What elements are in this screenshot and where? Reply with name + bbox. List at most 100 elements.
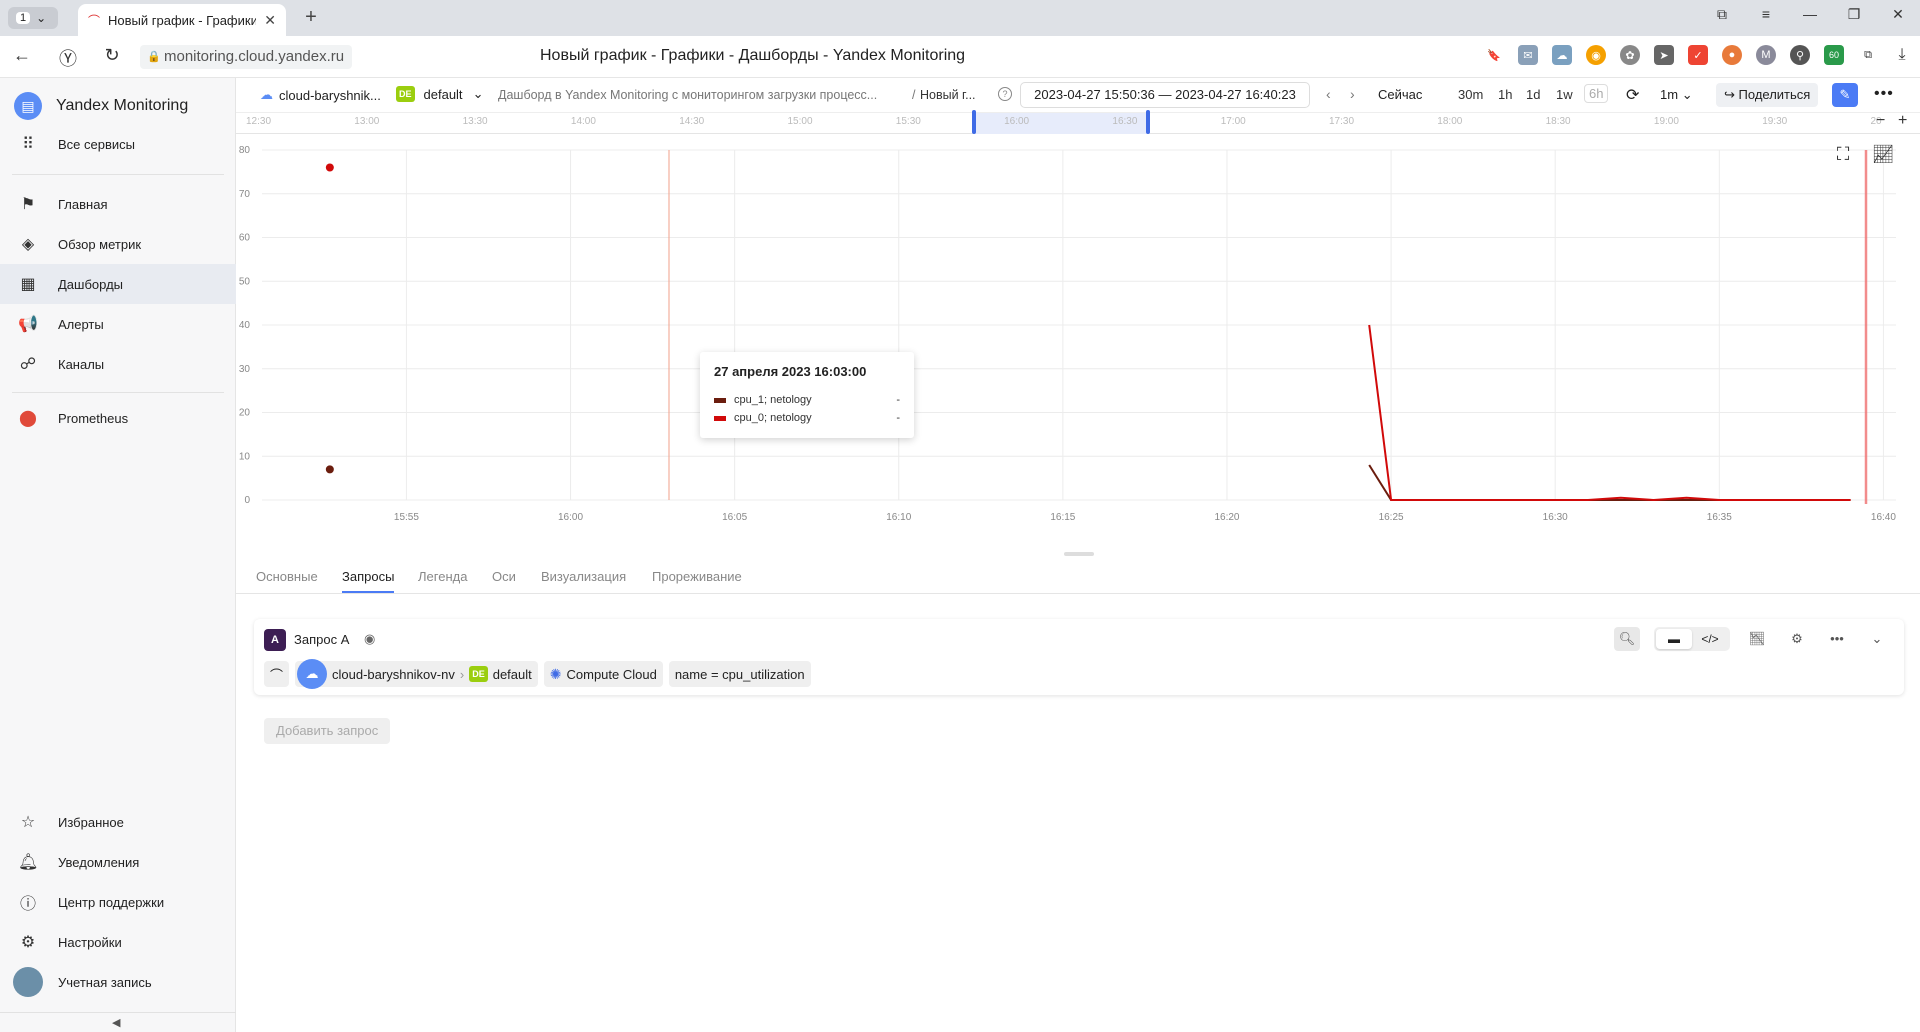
extension-o-icon[interactable]: ◉ bbox=[1586, 45, 1606, 65]
extension-m-icon[interactable]: M bbox=[1756, 45, 1776, 65]
sidebar-item-settings[interactable]: ⚙ Настройки bbox=[0, 922, 236, 962]
cloud-folder-chip[interactable]: ☁ cloud-baryshnikov-nv › DE default bbox=[295, 659, 538, 689]
sidebar-item-prometheus[interactable]: ⬤ Prometheus bbox=[0, 398, 236, 438]
query-title[interactable]: Запрос A bbox=[294, 632, 349, 647]
series-swatch bbox=[714, 397, 726, 403]
chevron-left-icon[interactable]: ‹ bbox=[1326, 86, 1331, 102]
more-icon[interactable]: ••• bbox=[1874, 85, 1894, 103]
help-icon[interactable]: ? bbox=[998, 87, 1012, 101]
menu-icon[interactable]: ≡ bbox=[1744, 6, 1788, 23]
extension-drop-icon[interactable]: ● bbox=[1722, 45, 1742, 65]
code-mode-icon[interactable]: </> bbox=[1692, 629, 1728, 649]
extension-icons: 🔖 ✉ ☁ ◉ ✿ ➤ ✓ ● M ⚲ 60 ⧉ ⤓ bbox=[1484, 45, 1912, 65]
visual-mode-icon[interactable]: ▬ bbox=[1656, 629, 1692, 649]
refresh-icon[interactable]: ⟳ bbox=[1626, 85, 1639, 105]
add-query-button[interactable]: Добавить запрос bbox=[264, 718, 391, 744]
new-tab-button[interactable]: + bbox=[300, 7, 322, 29]
restore-icon[interactable]: ❐ bbox=[1832, 6, 1876, 23]
tab-queries[interactable]: Запросы bbox=[342, 569, 395, 593]
folder-name: default bbox=[423, 86, 463, 102]
preset-1w[interactable]: 1w bbox=[1556, 87, 1573, 102]
tab-axes[interactable]: Оси bbox=[492, 569, 516, 584]
close-icon[interactable]: ✕ bbox=[264, 12, 276, 29]
share-label: Поделиться bbox=[1738, 87, 1811, 102]
settings-icon[interactable]: ⚙ bbox=[1784, 627, 1810, 651]
brand[interactable]: ▤ Yandex Monitoring bbox=[14, 92, 188, 120]
tab-general[interactable]: Основные bbox=[256, 569, 318, 584]
sidebar-item-notifications[interactable]: 🔔︎ Уведомления bbox=[0, 842, 236, 882]
tab-favicon-icon: ⌒ bbox=[88, 13, 101, 28]
sidebar-item-dashboards[interactable]: ▦ Дашборды bbox=[0, 264, 236, 304]
sidebar-item-favorites[interactable]: ☆ Избранное bbox=[0, 802, 236, 842]
tab-counter[interactable]: 1 ⌄ bbox=[8, 7, 58, 29]
sidebar-item-support[interactable]: ⓘ Центр поддержки bbox=[0, 882, 236, 922]
sidebar-item-all-services[interactable]: ⠿ Все сервисы bbox=[0, 124, 236, 164]
line-chart[interactable]: 0 10 20 30 40 50 60 70 80 15:55 16:00 16:05 16:10 16:… bbox=[236, 134, 1920, 534]
resize-handle[interactable] bbox=[1064, 552, 1094, 556]
now-button[interactable]: Сейчас bbox=[1378, 87, 1422, 102]
breadcrumb-dashboard[interactable]: Дашборд в Yandex Monitoring с мониторинг… bbox=[498, 88, 877, 102]
download-icon[interactable]: ⤓ bbox=[1892, 45, 1912, 65]
sidebar-item-channels[interactable]: ☍ Каналы bbox=[0, 344, 236, 384]
timeline-handle-right[interactable] bbox=[1146, 110, 1150, 134]
pocket-icon[interactable]: ✓ bbox=[1688, 45, 1708, 65]
query-toolbar: 🔍︎ ▬ </> 📉︎ ⚙ ••• ⌄ bbox=[1614, 627, 1890, 651]
share-button[interactable]: ↪ Поделиться bbox=[1716, 83, 1819, 107]
extension-badge-icon[interactable]: 60 bbox=[1824, 45, 1844, 65]
timeline-handle-left[interactable] bbox=[972, 110, 976, 134]
collapse-sidebar-icon[interactable]: ◀ bbox=[112, 1016, 120, 1029]
preset-6h[interactable]: 6h bbox=[1584, 84, 1609, 103]
preset-30m[interactable]: 30m bbox=[1458, 87, 1483, 102]
weather-icon[interactable]: ☁ bbox=[1552, 45, 1572, 65]
tooltip-series-name: cpu_1; netology bbox=[734, 394, 812, 406]
sidebar-item-metrics[interactable]: ◈ Обзор метрик bbox=[0, 224, 236, 264]
bookmark-icon[interactable]: 🔖 bbox=[1484, 45, 1504, 65]
cloud-selector[interactable]: ☁ cloud-baryshnik... bbox=[260, 87, 381, 103]
browser-tab-active[interactable]: ⌒ Новый график - Графики ✕ bbox=[78, 4, 286, 36]
tab-count: 1 bbox=[16, 12, 31, 24]
url-field[interactable]: 🔒 monitoring.cloud.yandex.ru bbox=[140, 45, 353, 69]
edit-button[interactable]: ✎ bbox=[1832, 83, 1858, 107]
refresh-interval-select[interactable]: 1m ⌄ bbox=[1660, 87, 1693, 103]
timeline-navigator[interactable]: 12:30 13:00 13:30 14:00 14:30 15:00 15:30 16:00… bbox=[236, 110, 1920, 134]
function-icon[interactable]: ⌒ bbox=[264, 661, 290, 687]
extension-key-icon[interactable]: ⚲ bbox=[1790, 45, 1810, 65]
zoom-in-icon[interactable]: + bbox=[1898, 112, 1907, 130]
preset-1h[interactable]: 1h bbox=[1498, 87, 1512, 102]
extensions-icon[interactable]: ⧉ bbox=[1858, 45, 1878, 65]
tooltip-series-name: cpu_0; netology bbox=[734, 412, 812, 424]
chart-type-icon[interactable]: 📈︎ bbox=[1870, 144, 1896, 170]
sidebar-item-home[interactable]: ⚑ Главная bbox=[0, 184, 236, 224]
time-range-picker[interactable]: 2023-04-27 15:50:36 — 2023-04-27 16:40:2… bbox=[1020, 82, 1310, 108]
fullscreen-icon[interactable]: ⛶ bbox=[1830, 144, 1856, 170]
zoom-out-icon[interactable]: − bbox=[1876, 112, 1885, 130]
yandex-icon[interactable]: Ⓨ bbox=[56, 45, 80, 69]
selector-chip[interactable]: name = cpu_utilization bbox=[668, 661, 811, 687]
tab-visualization[interactable]: Визуализация bbox=[541, 569, 626, 584]
preset-1d[interactable]: 1d bbox=[1526, 87, 1540, 102]
chart-icon[interactable]: 📉︎ bbox=[1744, 627, 1770, 651]
chevron-right-icon[interactable]: › bbox=[1350, 86, 1355, 102]
sidebar-item-account[interactable]: Учетная запись bbox=[0, 962, 236, 1002]
back-icon[interactable]: ← bbox=[10, 45, 34, 69]
service-chip[interactable]: ✺ Compute Cloud bbox=[543, 661, 663, 687]
search-icon[interactable]: 🔍︎ bbox=[1614, 627, 1640, 651]
eye-icon[interactable]: ◉ bbox=[364, 631, 375, 647]
settings-icon: ⚙ bbox=[20, 934, 36, 951]
tab-downsampling[interactable]: Прореживание bbox=[652, 569, 742, 584]
extension-film-icon[interactable]: ✿ bbox=[1620, 45, 1640, 65]
minimize-icon[interactable]: — bbox=[1788, 6, 1832, 23]
chevron-down-icon[interactable]: ⌄ bbox=[1864, 627, 1890, 651]
breadcrumb-chart[interactable]: Новый г... bbox=[920, 88, 976, 102]
chart-area[interactable]: 0 10 20 30 40 50 60 70 80 15:55 16:00 16:05 16:10 16:… bbox=[236, 134, 1920, 534]
more-icon[interactable]: ••• bbox=[1824, 627, 1850, 651]
bookmark-manager-icon[interactable]: ⧉ bbox=[1700, 6, 1744, 23]
tab-legend[interactable]: Легенда bbox=[418, 569, 467, 584]
close-window-icon[interactable]: ✕ bbox=[1876, 6, 1920, 23]
mail-icon[interactable]: ✉ bbox=[1518, 45, 1538, 65]
extension-cursor-icon[interactable]: ➤ bbox=[1654, 45, 1674, 65]
sidebar-item-label: Prometheus bbox=[58, 410, 129, 426]
sidebar-item-alerts[interactable]: 📢 Алерты bbox=[0, 304, 236, 344]
reload-icon[interactable]: ↻ bbox=[100, 45, 124, 69]
folder-selector[interactable]: DE default ⌄ bbox=[396, 86, 483, 102]
